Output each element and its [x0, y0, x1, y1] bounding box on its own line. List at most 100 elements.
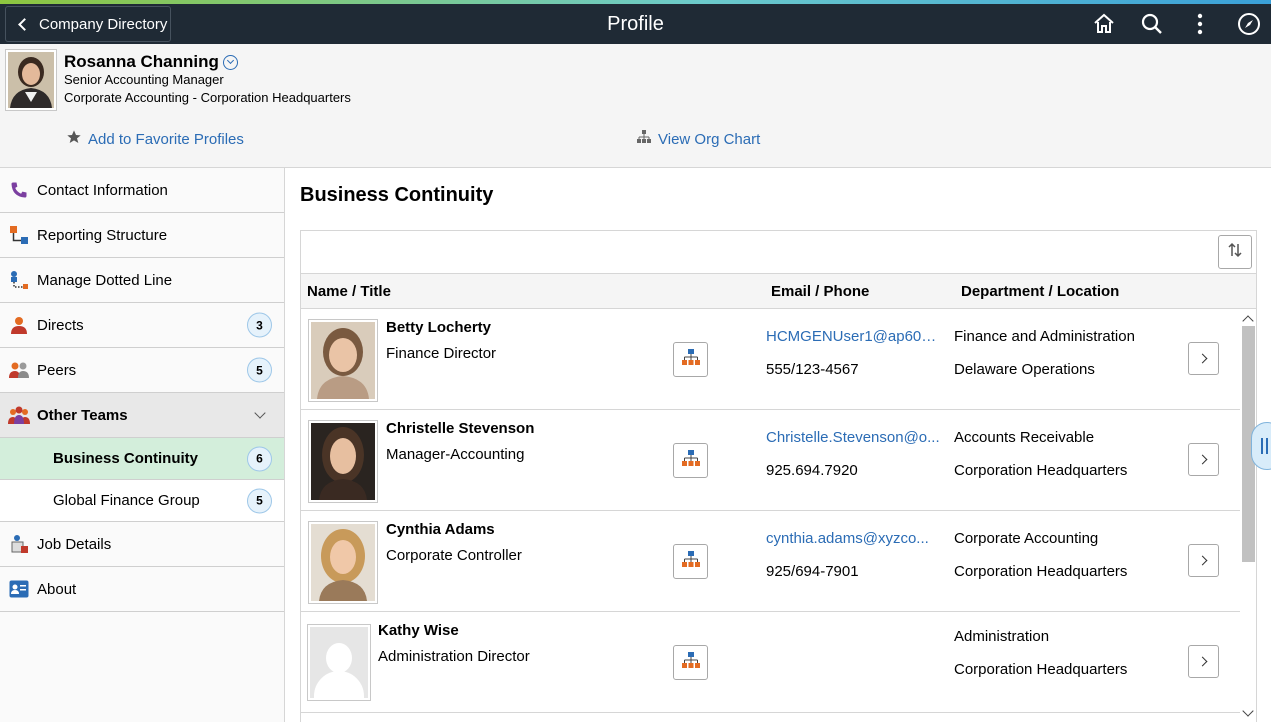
- employee-department: Administration: [954, 628, 1050, 645]
- employee-email-link[interactable]: HCMGENUser1@ap602...: [766, 328, 941, 345]
- chevron-right-icon: [1197, 454, 1207, 465]
- table-row[interactable]: Betty Locherty Finance Director HCMGENUs…: [301, 309, 1256, 410]
- row-detail-button[interactable]: [1188, 443, 1219, 476]
- nav-label: Manage Dotted Line: [37, 271, 173, 289]
- home-icon[interactable]: [1090, 10, 1118, 38]
- add-favorite-label: Add to Favorite Profiles: [88, 130, 244, 148]
- view-org-chart-link[interactable]: View Org Chart: [636, 129, 760, 149]
- nav-label: Peers: [37, 361, 77, 379]
- compass-icon[interactable]: [1235, 10, 1263, 38]
- chevron-down-icon[interactable]: [254, 407, 266, 419]
- nav-directs[interactable]: Directs 3: [0, 303, 284, 348]
- nav-label: Business Continuity: [53, 450, 199, 467]
- scroll-down-icon[interactable]: [1242, 705, 1254, 717]
- chevron-right-icon: [1197, 555, 1207, 566]
- scroll-up-icon[interactable]: [1242, 315, 1254, 327]
- nav-label: About: [37, 580, 77, 598]
- left-nav: Contact Information Reporting Structure …: [0, 168, 285, 722]
- nav-label: Job Details: [37, 535, 112, 553]
- top-banner: Company Directory Profile: [0, 4, 1271, 44]
- employee-name: Christelle Stevenson: [386, 420, 535, 437]
- table-row[interactable]: Christelle Stevenson Manager-Accounting …: [301, 410, 1256, 511]
- side-panel-handle[interactable]: [1251, 422, 1271, 470]
- handle-bar: [1261, 438, 1263, 454]
- directs-icon: [8, 314, 30, 336]
- nav-reporting-structure[interactable]: Reporting Structure: [0, 213, 284, 258]
- sort-button[interactable]: [1218, 235, 1252, 269]
- table-row[interactable]: Cynthia Adams Corporate Controller cynth…: [301, 511, 1256, 612]
- vertical-scrollbar[interactable]: [1240, 309, 1256, 721]
- org-chart-icon: [681, 450, 700, 471]
- employee-department: Finance and Administration: [954, 328, 1135, 345]
- employee-phone: 925.694.7920: [766, 462, 858, 479]
- nav-business-continuity[interactable]: Business Continuity 6: [0, 438, 284, 480]
- phone-icon: [8, 179, 30, 201]
- nav-peers[interactable]: Peers 5: [0, 348, 284, 393]
- org-chart-icon: [681, 652, 700, 673]
- employee-email-link[interactable]: Christelle.Stevenson@o...: [766, 429, 941, 446]
- grid-rows: Betty Locherty Finance Director HCMGENUs…: [301, 309, 1256, 721]
- employee-title: Corporate Controller: [386, 547, 522, 564]
- employee-phone: 925/694-7901: [766, 563, 859, 580]
- back-button[interactable]: Company Directory: [5, 6, 171, 42]
- employee-title: Administration Director: [378, 648, 530, 665]
- search-icon[interactable]: [1138, 10, 1166, 38]
- profile-department: Corporate Accounting - Corporation Headq…: [64, 90, 351, 105]
- row-detail-button[interactable]: [1188, 645, 1219, 678]
- page-title: Profile: [607, 13, 664, 35]
- nav-other-teams[interactable]: Other Teams: [0, 393, 284, 438]
- nav-about[interactable]: About: [0, 567, 284, 612]
- nav-label: Contact Information: [37, 181, 168, 199]
- directs-count-badge: 3: [247, 312, 272, 338]
- column-header-email-phone: Email / Phone: [771, 283, 870, 300]
- org-chart-button[interactable]: [673, 645, 708, 680]
- add-favorite-link[interactable]: Add to Favorite Profiles: [66, 129, 244, 149]
- chevron-left-icon: [18, 17, 31, 31]
- employee-name: Cynthia Adams: [386, 521, 495, 538]
- nav-job-details[interactable]: Job Details: [0, 522, 284, 567]
- avatar: [5, 49, 57, 111]
- employee-department: Corporate Accounting: [954, 530, 1099, 547]
- chevron-right-icon: [1197, 353, 1207, 364]
- org-chart-icon: [636, 129, 652, 149]
- employee-photo: [308, 521, 378, 604]
- profile-name-text: Rosanna Channing: [64, 52, 219, 71]
- about-icon: [8, 578, 30, 600]
- employee-location: Delaware Operations: [954, 361, 1095, 378]
- chevron-right-icon: [1197, 656, 1207, 667]
- more-vertical-icon[interactable]: [1186, 10, 1214, 38]
- employee-title: Finance Director: [386, 345, 497, 362]
- column-header-department-location: Department / Location: [961, 283, 1120, 300]
- org-chart-button[interactable]: [673, 544, 708, 579]
- nav-manage-dotted-line[interactable]: Manage Dotted Line: [0, 258, 284, 303]
- sort-icon: [1226, 241, 1244, 264]
- org-chart-button[interactable]: [673, 342, 708, 377]
- employee-photo: [308, 319, 378, 402]
- table-row[interactable]: Kathy Wise Administration Director Admin…: [301, 612, 1256, 713]
- nav-contact-information[interactable]: Contact Information: [0, 168, 284, 213]
- org-chart-icon: [681, 551, 700, 572]
- main-content: Business Continuity Name / Title Email /…: [286, 168, 1271, 722]
- org-chart-button[interactable]: [673, 443, 708, 478]
- nav-global-finance-group[interactable]: Global Finance Group 5: [0, 480, 284, 522]
- row-detail-button[interactable]: [1188, 544, 1219, 577]
- column-header-name-title: Name / Title: [307, 283, 391, 300]
- reporting-structure-icon: [8, 224, 30, 246]
- business-continuity-count-badge: 6: [247, 446, 272, 471]
- employee-photo: [308, 420, 378, 503]
- view-org-chart-label: View Org Chart: [658, 130, 761, 148]
- peers-count-badge: 5: [247, 357, 272, 383]
- nav-label: Other Teams: [37, 406, 128, 424]
- employee-department: Accounts Receivable: [954, 429, 1095, 446]
- employee-title: Manager-Accounting: [386, 446, 525, 463]
- employee-name: Betty Locherty: [386, 319, 492, 336]
- chevron-down-icon[interactable]: [222, 54, 238, 70]
- profile-header: Rosanna Channing Senior Accounting Manag…: [0, 44, 1271, 168]
- employee-location: Corporation Headquarters: [954, 462, 1128, 479]
- employee-location: Corporation Headquarters: [954, 563, 1128, 580]
- row-detail-button[interactable]: [1188, 342, 1219, 375]
- org-chart-icon: [681, 349, 700, 370]
- employee-email-link[interactable]: cynthia.adams@xyzco...: [766, 530, 941, 547]
- nav-label: Global Finance Group: [53, 492, 200, 509]
- grid-header: Name / Title Email / Phone Department / …: [301, 274, 1256, 309]
